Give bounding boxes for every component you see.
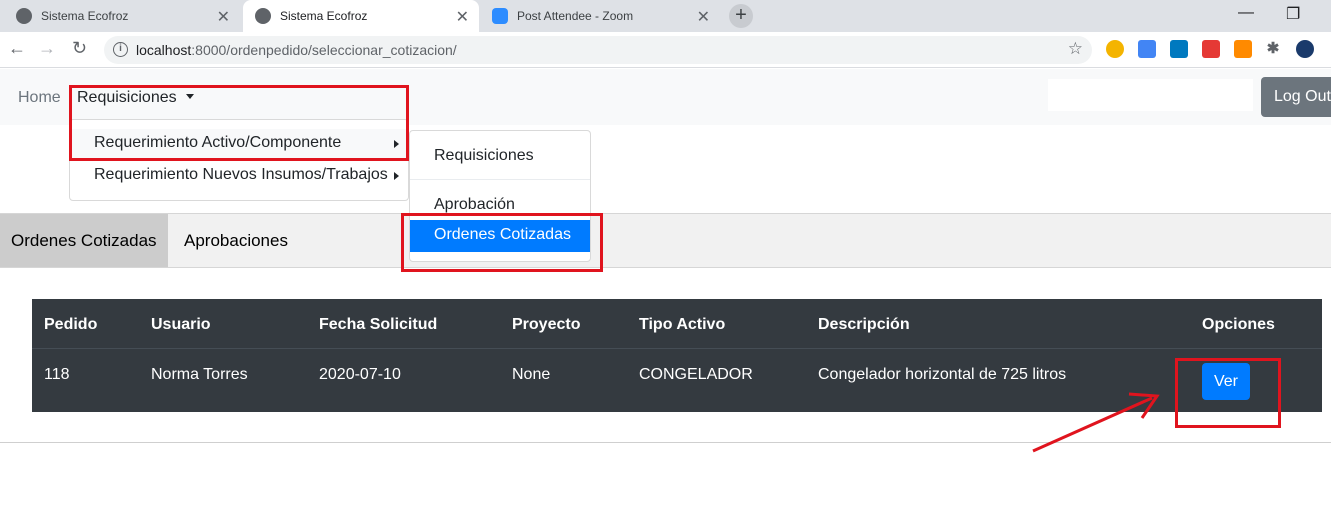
annotation-arrow-icon	[1032, 392, 1160, 453]
